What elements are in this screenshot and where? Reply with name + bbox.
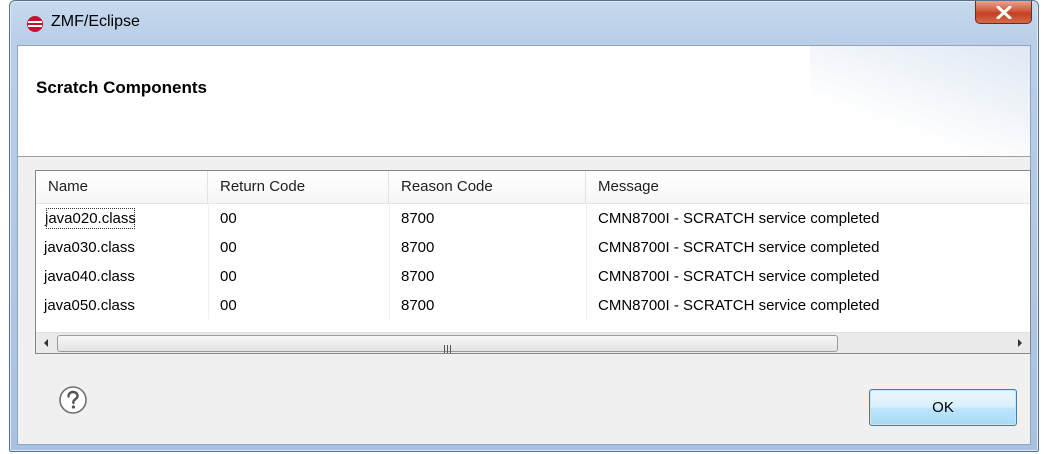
close-icon bbox=[996, 6, 1012, 19]
dialog-content: Scratch Components Name Return Code Reas… bbox=[17, 45, 1031, 445]
scroll-right-arrow-icon bbox=[1018, 339, 1022, 347]
column-header-reason-code[interactable]: Reason Code bbox=[389, 171, 586, 203]
scrollbar-grip-icon bbox=[444, 340, 453, 353]
cell-name: java050.class bbox=[44, 297, 135, 314]
scroll-left-button[interactable] bbox=[36, 333, 56, 353]
cell-name: java030.class bbox=[44, 239, 135, 256]
cell-return-code: 00 bbox=[220, 268, 237, 285]
header-decoration bbox=[810, 46, 1030, 156]
window-title: ZMF/Eclipse bbox=[51, 13, 140, 30]
scrollbar-thumb[interactable] bbox=[57, 335, 838, 353]
cell-message: CMN8700I - SCRATCH service completed bbox=[598, 210, 880, 227]
close-button[interactable] bbox=[975, 1, 1032, 24]
cell-reason-code: 8700 bbox=[401, 268, 435, 285]
ok-button[interactable]: OK bbox=[869, 389, 1017, 426]
column-header-return-code[interactable]: Return Code bbox=[208, 171, 389, 203]
header-separator bbox=[18, 156, 1030, 157]
scroll-right-button[interactable] bbox=[1010, 333, 1030, 353]
scroll-left-arrow-icon bbox=[44, 339, 48, 347]
dialog-header: Scratch Components bbox=[18, 46, 1030, 156]
dialog-heading: Scratch Components bbox=[36, 78, 207, 97]
table-header: Name Return Code Reason Code Message bbox=[36, 171, 1030, 204]
column-header-message[interactable]: Message bbox=[586, 171, 1030, 203]
table-row[interactable]: java040.class 00 8700 CMN8700I - SCRATCH… bbox=[36, 262, 1030, 291]
cell-return-code: 00 bbox=[220, 210, 237, 227]
title-bar[interactable]: ZMF/Eclipse bbox=[10, 1, 1038, 45]
results-table[interactable]: Name Return Code Reason Code Message jav… bbox=[35, 170, 1031, 354]
cell-message: CMN8700I - SCRATCH service completed bbox=[598, 239, 880, 256]
help-icon[interactable] bbox=[58, 385, 88, 415]
table-row[interactable]: java020.class 00 8700 CMN8700I - SCRATCH… bbox=[36, 204, 1030, 233]
cell-name: java040.class bbox=[44, 268, 135, 285]
cell-name-text: java020.class bbox=[44, 206, 137, 231]
column-header-name[interactable]: Name bbox=[36, 171, 208, 203]
cell-return-code: 00 bbox=[220, 239, 237, 256]
horizontal-scrollbar[interactable] bbox=[36, 332, 1030, 353]
table-row[interactable]: java030.class 00 8700 CMN8700I - SCRATCH… bbox=[36, 233, 1030, 262]
cell-message: CMN8700I - SCRATCH service completed bbox=[598, 297, 880, 314]
cell-message: CMN8700I - SCRATCH service completed bbox=[598, 268, 880, 285]
cell-return-code: 00 bbox=[220, 297, 237, 314]
cell-name: java020.class bbox=[36, 204, 208, 233]
cell-reason-code: 8700 bbox=[401, 297, 435, 314]
cell-reason-code: 8700 bbox=[401, 210, 435, 227]
dialog-window: ZMF/Eclipse Scratch Components Name Retu… bbox=[9, 0, 1039, 452]
eclipse-icon bbox=[27, 16, 43, 32]
cell-reason-code: 8700 bbox=[401, 239, 435, 256]
table-row[interactable]: java050.class 00 8700 CMN8700I - SCRATCH… bbox=[36, 291, 1030, 320]
